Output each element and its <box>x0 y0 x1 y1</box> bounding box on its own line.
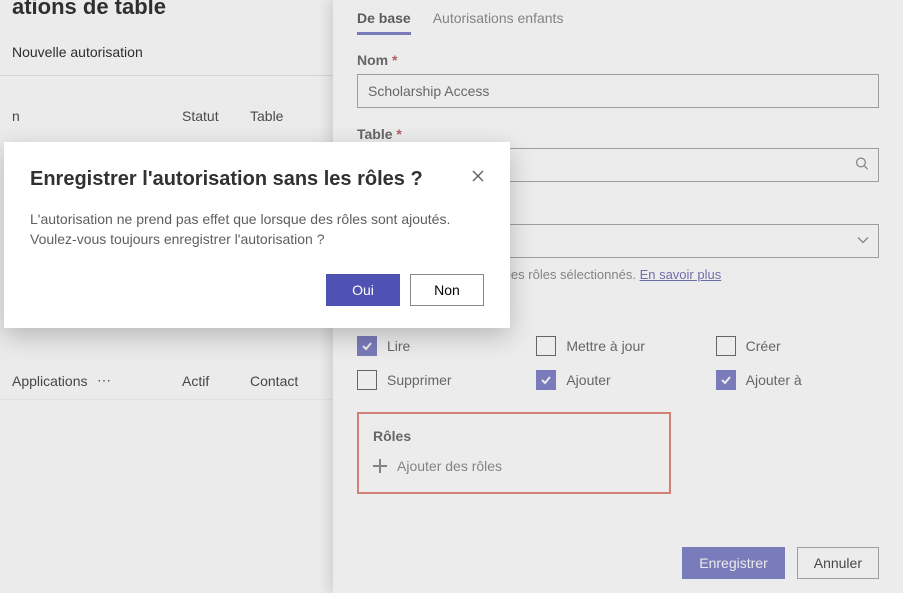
table-label: Table * <box>357 126 879 142</box>
name-input[interactable] <box>357 74 879 108</box>
cancel-button[interactable]: Annuler <box>797 547 879 579</box>
confirm-dialog: Enregistrer l'autorisation sans les rôle… <box>4 142 510 328</box>
perm-appendto-checkbox[interactable]: Ajouter à <box>716 370 879 390</box>
tab-child-permissions[interactable]: Autorisations enfants <box>433 4 564 34</box>
roles-heading: Rôles <box>373 428 655 444</box>
dialog-body: L'autorisation ne prend pas effet que lo… <box>30 209 484 250</box>
dialog-close-button[interactable] <box>466 164 490 188</box>
panel-footer: Enregistrer Annuler <box>682 547 879 579</box>
perm-read-label: Lire <box>387 338 410 354</box>
perm-delete-label: Supprimer <box>387 372 452 388</box>
panel-tabs: De base Autorisations enfants <box>357 0 879 34</box>
tab-basic[interactable]: De base <box>357 4 411 34</box>
learn-more-link[interactable]: En savoir plus <box>640 267 722 282</box>
name-label: Nom * <box>357 52 879 68</box>
perm-append-checkbox[interactable]: Ajouter <box>536 370 699 390</box>
dialog-no-button[interactable]: Non <box>410 274 484 306</box>
perm-appendto-label: Ajouter à <box>746 372 802 388</box>
add-roles-label: Ajouter des rôles <box>397 458 502 474</box>
perm-create-label: Créer <box>746 338 781 354</box>
perm-update-checkbox[interactable]: Mettre à jour <box>536 336 699 356</box>
perm-update-label: Mettre à jour <box>566 338 645 354</box>
roles-section: Rôles Ajouter des rôles <box>357 412 671 494</box>
plus-icon <box>373 459 387 473</box>
perm-delete-checkbox[interactable]: Supprimer <box>357 370 520 390</box>
perm-create-checkbox[interactable]: Créer <box>716 336 879 356</box>
close-icon <box>471 169 485 183</box>
add-roles-button[interactable]: Ajouter des rôles <box>373 458 655 474</box>
perm-read-checkbox[interactable]: Lire <box>357 336 520 356</box>
dialog-title: Enregistrer l'autorisation sans les rôle… <box>30 168 484 191</box>
perm-append-label: Ajouter <box>566 372 610 388</box>
dialog-yes-button[interactable]: Oui <box>326 274 400 306</box>
save-button[interactable]: Enregistrer <box>682 547 784 579</box>
